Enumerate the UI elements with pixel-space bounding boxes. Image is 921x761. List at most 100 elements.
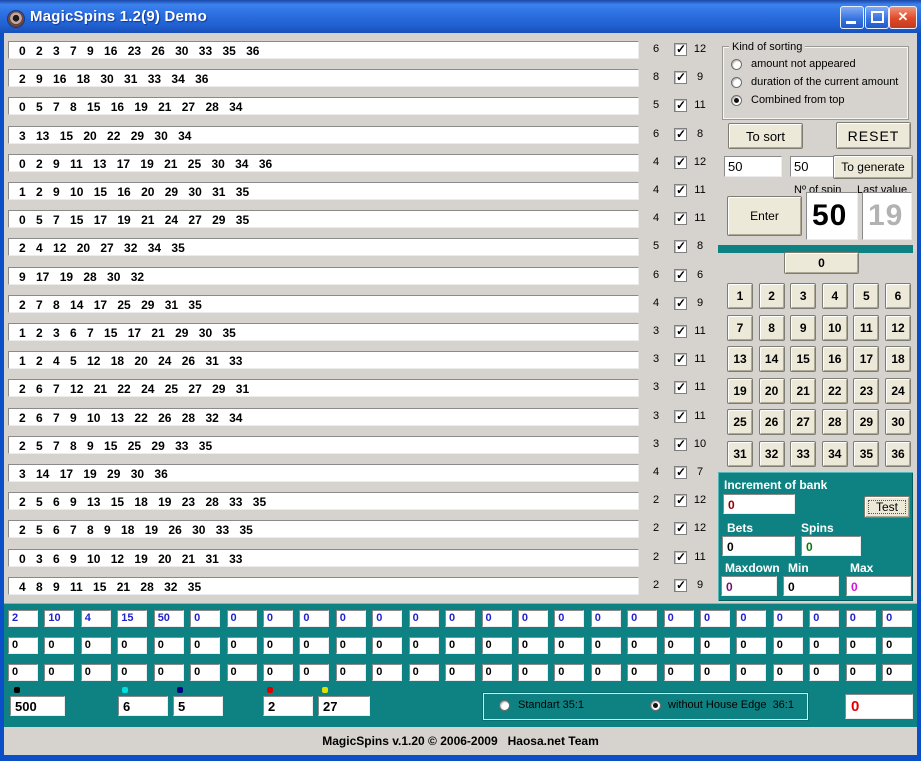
bet-cell[interactable]: 2 [8, 610, 38, 627]
spin-numbers-field[interactable]: 4 8 9 11 15 21 28 32 35 [8, 577, 639, 595]
payout-radio[interactable] [650, 700, 661, 711]
param-input[interactable]: 500 [10, 696, 65, 716]
bet-cell[interactable]: 0 [591, 637, 621, 654]
bet-cell[interactable]: 0 [8, 637, 38, 654]
spin-numbers-field[interactable]: 2 6 7 12 21 22 24 25 27 29 31 [8, 379, 639, 397]
bet-cell[interactable]: 0 [409, 610, 439, 627]
spin-numbers-field[interactable]: 0 3 6 9 10 12 19 20 21 31 33 [8, 549, 639, 567]
bet-cell[interactable]: 0 [809, 637, 839, 654]
generate-count-input-2[interactable]: 50 [790, 156, 838, 177]
spin-numbers-field[interactable]: 2 9 16 18 30 31 33 34 36 [8, 69, 639, 87]
bet-cell[interactable]: 0 [299, 664, 329, 681]
sorting-option-label[interactable]: amount not appeared [751, 58, 856, 70]
number-button-13[interactable]: 13 [727, 346, 753, 372]
bet-cell[interactable]: 0 [664, 610, 694, 627]
sorting-option-label[interactable]: Combined from top [751, 94, 845, 106]
bet-cell[interactable]: 0 [190, 664, 220, 681]
spin-numbers-field[interactable]: 3 13 15 20 22 29 30 34 [8, 126, 639, 144]
bets-input[interactable]: 0 [722, 536, 795, 556]
param-input[interactable]: 2 [263, 696, 313, 716]
spin-numbers-field[interactable]: 3 14 17 19 29 30 36 [8, 464, 639, 482]
number-button-7[interactable]: 7 [727, 315, 753, 341]
bet-cell[interactable]: 0 [518, 637, 548, 654]
spin-numbers-field[interactable]: 2 5 6 9 13 15 18 19 23 28 33 35 [8, 492, 639, 510]
min-input[interactable]: 0 [783, 576, 839, 596]
payout-option-label[interactable]: without House Edge 36:1 [668, 699, 794, 711]
bet-cell[interactable]: 0 [809, 610, 839, 627]
row-checkbox[interactable] [674, 269, 687, 282]
number-button-1[interactable]: 1 [727, 283, 753, 309]
number-button-23[interactable]: 23 [853, 378, 879, 404]
row-checkbox[interactable] [674, 43, 687, 56]
increment-of-bank-input[interactable]: 0 [723, 494, 795, 514]
row-checkbox[interactable] [674, 410, 687, 423]
bet-cell[interactable]: 0 [44, 637, 74, 654]
bet-cell[interactable]: 0 [700, 664, 730, 681]
number-button-33[interactable]: 33 [790, 441, 816, 467]
row-checkbox[interactable] [674, 466, 687, 479]
bet-cell[interactable]: 0 [227, 610, 257, 627]
row-checkbox[interactable] [674, 381, 687, 394]
number-button-30[interactable]: 30 [885, 409, 911, 435]
bet-cell[interactable]: 0 [773, 610, 803, 627]
max-input[interactable]: 0 [846, 576, 911, 596]
spin-numbers-field[interactable]: 1 2 3 6 7 15 17 21 29 30 35 [8, 323, 639, 341]
number-button-16[interactable]: 16 [822, 346, 848, 372]
bet-cell[interactable]: 0 [627, 610, 657, 627]
bet-cell[interactable]: 0 [154, 637, 184, 654]
bet-cell[interactable]: 0 [591, 610, 621, 627]
spins-input[interactable]: 0 [801, 536, 861, 556]
bet-cell[interactable]: 0 [882, 610, 912, 627]
sorting-radio[interactable] [731, 77, 742, 88]
bet-cell[interactable]: 0 [299, 637, 329, 654]
payout-option-label[interactable]: Standart 35:1 [518, 699, 584, 711]
bet-cell[interactable]: 0 [518, 664, 548, 681]
bet-cell[interactable]: 0 [773, 664, 803, 681]
number-button-26[interactable]: 26 [759, 409, 785, 435]
bet-cell[interactable]: 0 [81, 637, 111, 654]
row-checkbox[interactable] [674, 325, 687, 338]
number-button-22[interactable]: 22 [822, 378, 848, 404]
bet-cell[interactable]: 15 [117, 610, 147, 627]
bet-cell[interactable]: 0 [882, 637, 912, 654]
number-button-15[interactable]: 15 [790, 346, 816, 372]
number-button-31[interactable]: 31 [727, 441, 753, 467]
maximize-icon[interactable] [865, 6, 889, 29]
number-button-36[interactable]: 36 [885, 441, 911, 467]
number-button-28[interactable]: 28 [822, 409, 848, 435]
bet-cell[interactable]: 0 [263, 610, 293, 627]
spin-numbers-field[interactable]: 0 5 7 15 17 19 21 24 27 29 35 [8, 210, 639, 228]
number-button-0[interactable]: 0 [784, 252, 859, 274]
row-checkbox[interactable] [674, 551, 687, 564]
spin-numbers-field[interactable]: 0 2 9 11 13 17 19 21 25 30 34 36 [8, 154, 639, 172]
bet-cell[interactable]: 0 [445, 664, 475, 681]
bet-cell[interactable]: 0 [8, 664, 38, 681]
bet-cell[interactable]: 0 [554, 637, 584, 654]
bet-cell[interactable]: 0 [81, 664, 111, 681]
maxdown-input[interactable]: 0 [721, 576, 777, 596]
number-button-20[interactable]: 20 [759, 378, 785, 404]
sorting-radio[interactable] [731, 95, 742, 106]
bet-cell[interactable]: 0 [700, 637, 730, 654]
bet-cell[interactable]: 0 [846, 637, 876, 654]
spin-numbers-field[interactable]: 9 17 19 28 30 32 [8, 267, 639, 285]
bet-cell[interactable]: 0 [809, 664, 839, 681]
test-button[interactable]: Test [864, 496, 910, 518]
spin-numbers-field[interactable]: 1 2 4 5 12 18 20 24 26 31 33 [8, 351, 639, 369]
bet-cell[interactable]: 0 [445, 610, 475, 627]
bet-cell[interactable]: 0 [227, 637, 257, 654]
number-button-10[interactable]: 10 [822, 315, 848, 341]
row-checkbox[interactable] [674, 156, 687, 169]
number-button-8[interactable]: 8 [759, 315, 785, 341]
bet-cell[interactable]: 0 [591, 664, 621, 681]
reset-button[interactable]: RESET [836, 122, 911, 149]
bet-cell[interactable]: 0 [846, 610, 876, 627]
number-button-35[interactable]: 35 [853, 441, 879, 467]
close-icon[interactable] [889, 6, 917, 29]
bet-cell[interactable]: 0 [227, 664, 257, 681]
bet-cell[interactable]: 0 [336, 610, 366, 627]
bet-cell[interactable]: 0 [482, 610, 512, 627]
bet-cell[interactable]: 0 [409, 637, 439, 654]
sorting-radio[interactable] [731, 59, 742, 70]
bet-cell[interactable]: 0 [445, 637, 475, 654]
